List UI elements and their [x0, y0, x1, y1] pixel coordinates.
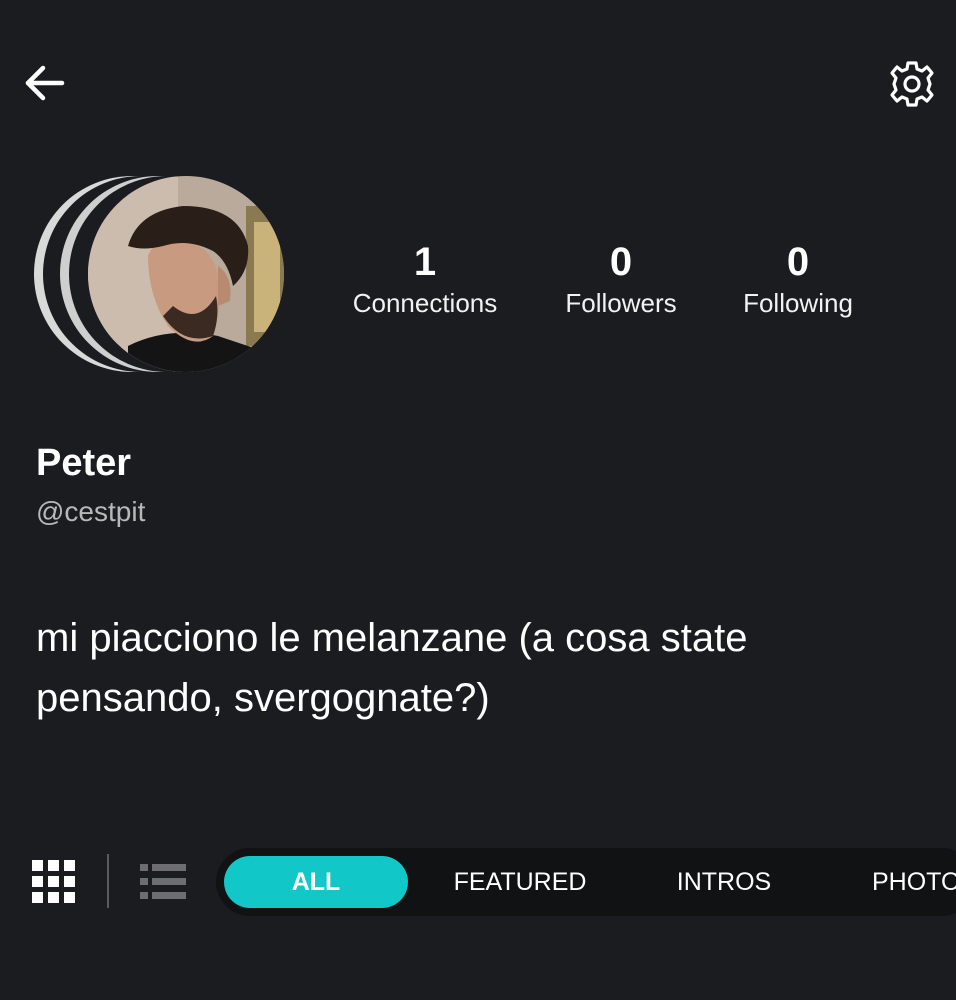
arrow-left-icon — [25, 65, 65, 101]
grid-view-icon — [32, 860, 75, 903]
avatar[interactable] — [88, 176, 284, 372]
tab-intros[interactable]: INTROS — [660, 856, 788, 908]
avatar-photo — [88, 176, 284, 372]
following-count: 0 — [786, 240, 810, 284]
tab-all[interactable]: ALL — [224, 856, 408, 908]
gear-icon — [890, 61, 934, 107]
back-button[interactable] — [22, 60, 68, 106]
stat-followers[interactable]: 0 Followers — [552, 240, 690, 320]
avatar-stack — [34, 176, 294, 376]
username: @cestpit — [36, 496, 146, 527]
view-divider — [107, 854, 109, 908]
list-view-button[interactable] — [138, 862, 188, 902]
connections-count: 1 — [413, 240, 437, 284]
following-label: Following — [743, 288, 853, 318]
followers-label: Followers — [565, 288, 677, 318]
tab-featured[interactable]: FEATURED — [440, 856, 600, 908]
bio-text: mi piacciono le melanzane (a cosa state … — [36, 616, 748, 720]
display-name: Peter — [36, 442, 132, 484]
connections-label: Connections — [352, 288, 498, 318]
followers-count: 0 — [609, 240, 633, 284]
list-view-icon — [140, 864, 186, 899]
stat-connections[interactable]: 1 Connections — [344, 240, 506, 320]
grid-view-button[interactable] — [30, 858, 78, 906]
stat-following[interactable]: 0 Following — [730, 240, 866, 320]
tab-photos[interactable]: PHOTOS — [872, 856, 956, 908]
settings-button[interactable] — [884, 56, 940, 112]
